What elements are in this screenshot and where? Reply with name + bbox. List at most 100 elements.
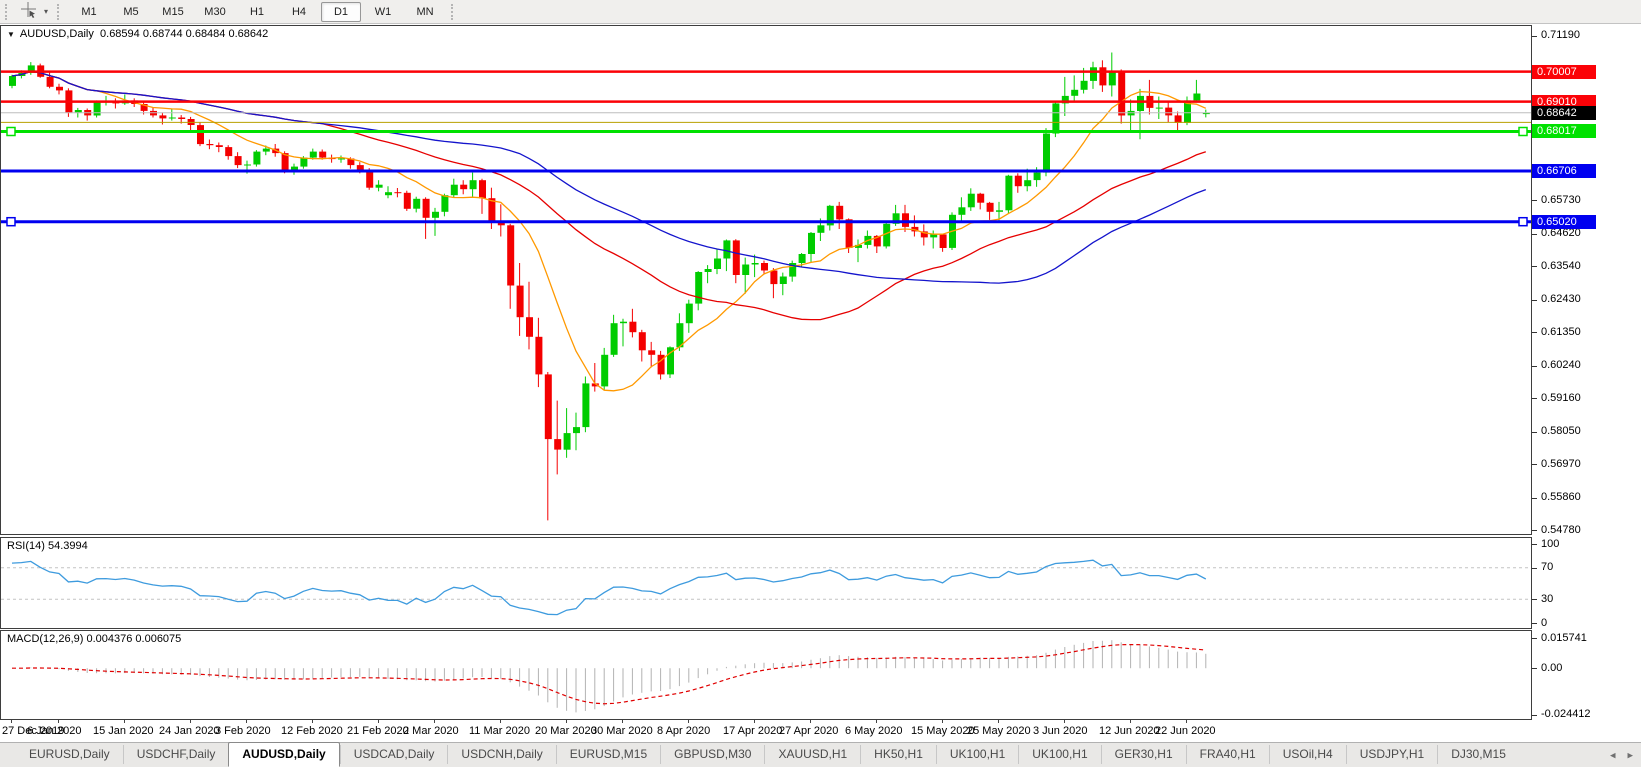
timeframe-button-h4[interactable]: H4 — [279, 2, 319, 22]
date-axis-tick — [124, 720, 125, 723]
chart-tab-usdcnh-daily[interactable]: USDCNH,Daily — [447, 745, 555, 764]
price-axis-tick — [1532, 332, 1537, 333]
timeframe-button-m15[interactable]: M15 — [153, 2, 193, 22]
chart-tab-uk100-h1[interactable]: UK100,H1 — [936, 745, 1018, 764]
timeframe-button-d1[interactable]: D1 — [321, 2, 361, 22]
date-axis-label: 25 May 2020 — [967, 725, 1031, 737]
timeframe-buttons: M1M5M15M30H1H4D1W1MN — [68, 2, 446, 22]
price-axis-label: 0.60240 — [1541, 359, 1581, 372]
timeframe-button-m1[interactable]: M1 — [69, 2, 109, 22]
date-axis-tick — [754, 720, 755, 723]
date-axis-tick — [190, 720, 191, 723]
price-axis[interactable]: 0.711900.679200.657300.646200.635400.624… — [1532, 24, 1641, 720]
chart-tab-usoil-h4[interactable]: USOil,H4 — [1269, 745, 1346, 764]
toolbar-grip[interactable] — [451, 4, 457, 20]
price-axis-label: 0.59160 — [1541, 392, 1581, 405]
date-axis-label: 21 Feb 2020 — [347, 725, 409, 737]
line-handle[interactable] — [7, 128, 15, 136]
main-price-canvas[interactable] — [1, 26, 1531, 534]
rsi-axis-tick — [1532, 568, 1537, 569]
timeframe-button-mn[interactable]: MN — [405, 2, 445, 22]
rsi-axis-tick — [1532, 599, 1537, 600]
date-axis-label: 27 Apr 2020 — [779, 725, 838, 737]
date-axis-tick — [622, 720, 623, 723]
date-axis-label: 11 Mar 2020 — [469, 725, 530, 737]
rsi-canvas[interactable] — [1, 538, 1531, 628]
price-axis-label: 0.56970 — [1541, 458, 1581, 471]
rsi-label: RSI(14) 54.3994 — [7, 540, 88, 552]
date-axis-label: 8 Apr 2020 — [657, 725, 710, 737]
price-axis-tick — [1532, 300, 1537, 301]
chart-tab-usdcad-daily[interactable]: USDCAD,Daily — [340, 745, 448, 764]
price-level-badge-0-66706: 0.66706 — [1532, 164, 1596, 178]
price-axis-tick — [1532, 432, 1537, 433]
price-axis-tick — [1532, 530, 1537, 531]
line-handle[interactable] — [1519, 218, 1527, 226]
price-axis-label: 0.71190 — [1541, 29, 1580, 42]
macd-canvas[interactable] — [1, 631, 1531, 719]
crosshair-tool-button[interactable] — [16, 2, 40, 21]
tab-scroll-left-icon[interactable]: ◂ — [1610, 749, 1616, 762]
main-price-pane: ▼AUDUSD,Daily 0.68594 0.68744 0.68484 0.… — [0, 25, 1532, 535]
chart-title-ohlc: 0.68594 0.68744 0.68484 0.68642 — [100, 28, 268, 40]
chart-tab-audusd-daily[interactable]: AUDUSD,Daily — [228, 742, 339, 767]
chart-tab-eurusd-m15[interactable]: EURUSD,M15 — [556, 745, 660, 764]
date-axis-tick — [11, 720, 12, 723]
chart-tab-hk50-h1[interactable]: HK50,H1 — [860, 745, 936, 764]
price-axis-tick — [1532, 266, 1537, 267]
chart-tab-fra40-h1[interactable]: FRA40,H1 — [1186, 745, 1269, 764]
date-axis-tick — [876, 720, 877, 723]
macd-axis-label: 0.00 — [1541, 662, 1562, 675]
date-axis-tick — [378, 720, 379, 723]
tab-scroll-right-icon[interactable]: ▸ — [1627, 749, 1633, 762]
crosshair-pointer-icon — [20, 1, 37, 23]
toolbar-grip[interactable] — [57, 4, 63, 20]
timeframe-button-m5[interactable]: M5 — [111, 2, 151, 22]
date-axis-label: 20 Mar 2020 — [535, 725, 597, 737]
rsi-axis-tick — [1532, 623, 1537, 624]
macd-axis-label: 0.015741 — [1541, 632, 1587, 645]
timeframe-button-h1[interactable]: H1 — [237, 2, 277, 22]
date-axis-tick — [434, 720, 435, 723]
date-axis-label: 6 May 2020 — [845, 725, 902, 737]
date-axis-label: 24 Jan 2020 — [159, 725, 220, 737]
timeframe-button-m30[interactable]: M30 — [195, 2, 235, 22]
date-axis-tick — [810, 720, 811, 723]
date-axis-label: 12 Feb 2020 — [281, 725, 343, 737]
date-axis-label: 6 Jan 2020 — [27, 725, 81, 737]
tab-list: EURUSD,DailyUSDCHF,DailyAUDUSD,DailyUSDC… — [16, 742, 1519, 767]
date-axis-tick — [688, 720, 689, 723]
toolbar-grip[interactable] — [5, 4, 11, 20]
chart-tab-dj30-m15[interactable]: DJ30,M15 — [1437, 745, 1519, 764]
rsi-axis-label: 70 — [1541, 561, 1553, 574]
chart-tab-uk100-h1[interactable]: UK100,H1 — [1018, 745, 1100, 764]
macd-label: MACD(12,26,9) 0.004376 0.006075 — [7, 633, 181, 645]
chart-tab-gbpusd-m30[interactable]: GBPUSD,M30 — [660, 745, 764, 764]
support-line-0-68017[interactable] — [1, 128, 1531, 136]
date-axis-tick — [942, 720, 943, 723]
macd-histogram — [12, 640, 1206, 712]
chart-tab-eurusd-daily[interactable]: EURUSD,Daily — [16, 745, 123, 764]
chart-tab-ger30-h1[interactable]: GER30,H1 — [1101, 745, 1186, 764]
chart-tab-xauusd-h1[interactable]: XAUUSD,H1 — [764, 745, 860, 764]
timeframe-button-w1[interactable]: W1 — [363, 2, 403, 22]
chevron-down-icon[interactable]: ▾ — [40, 7, 52, 16]
date-axis-tick — [566, 720, 567, 723]
triangle-down-icon[interactable]: ▼ — [7, 30, 15, 39]
support-line-0-65020[interactable] — [1, 218, 1531, 226]
line-handle[interactable] — [7, 218, 15, 226]
date-axis-label: 3 Jun 2020 — [1033, 725, 1087, 737]
date-axis-label: 15 Jan 2020 — [93, 725, 154, 737]
line-handle[interactable] — [1519, 128, 1527, 136]
date-axis-label: 30 Mar 2020 — [591, 725, 653, 737]
chart-tab-usdchf-daily[interactable]: USDCHF,Daily — [123, 745, 229, 764]
tab-scroll-controls: ◂ ▸ — [1610, 749, 1633, 762]
date-axis-label: 2 Mar 2020 — [403, 725, 459, 737]
date-axis[interactable]: 27 Dec 20196 Jan 202015 Jan 202024 Jan 2… — [0, 720, 1532, 742]
date-axis-tick — [1186, 720, 1187, 723]
price-axis-label: 0.55860 — [1541, 491, 1581, 504]
chart-tab-usdjpy-h1[interactable]: USDJPY,H1 — [1346, 745, 1437, 764]
price-level-badge-0-68017: 0.68017 — [1532, 124, 1596, 138]
price-axis-label: 0.54780 — [1541, 524, 1581, 537]
date-axis-tick — [1064, 720, 1065, 723]
